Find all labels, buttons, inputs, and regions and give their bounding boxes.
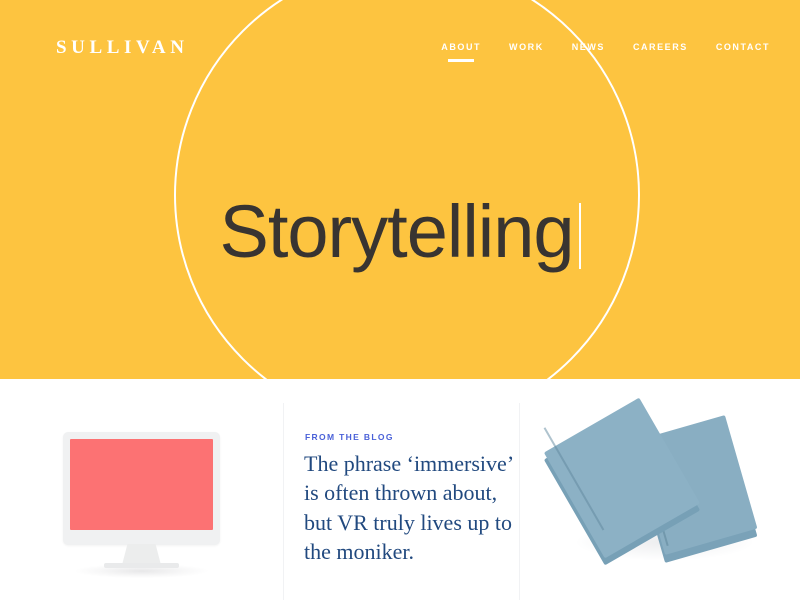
- panel-blog[interactable]: FROM THE BLOG The phrase ‘immersive’ is …: [283, 379, 519, 600]
- panel-books[interactable]: [519, 379, 800, 600]
- site-logo[interactable]: SULLIVAN: [56, 38, 189, 57]
- nav-item-news[interactable]: NEWS: [572, 43, 605, 62]
- monitor-stand-base: [104, 563, 179, 568]
- main-navigation: ABOUT WORK NEWS CAREERS CONTACT: [441, 43, 770, 62]
- monitor-screen: [70, 439, 213, 530]
- nav-item-careers[interactable]: CAREERS: [633, 43, 688, 62]
- nav-item-contact[interactable]: CONTACT: [716, 43, 770, 62]
- hero-section: SULLIVAN ABOUT WORK NEWS CAREERS CONTACT…: [0, 0, 800, 379]
- hero-headline-text: Storytelling: [219, 189, 574, 273]
- monitor-stand-neck: [122, 544, 161, 565]
- desktop-monitor-icon: [63, 432, 220, 578]
- nav-item-work[interactable]: WORK: [509, 43, 544, 62]
- text-cursor-caret: [578, 202, 581, 269]
- hero-headline: Storytelling: [0, 194, 800, 269]
- nav-item-about[interactable]: ABOUT: [441, 43, 481, 62]
- feature-panels: FROM THE BLOG The phrase ‘immersive’ is …: [0, 379, 800, 600]
- blog-headline[interactable]: The phrase ‘immersive’ is often thrown a…: [304, 449, 514, 566]
- stacked-books-icon: [543, 397, 769, 574]
- page-root: SULLIVAN ABOUT WORK NEWS CAREERS CONTACT…: [0, 0, 800, 600]
- monitor-bezel: [63, 432, 220, 545]
- blog-eyebrow-label: FROM THE BLOG: [305, 432, 394, 442]
- panel-monitor[interactable]: [0, 379, 283, 600]
